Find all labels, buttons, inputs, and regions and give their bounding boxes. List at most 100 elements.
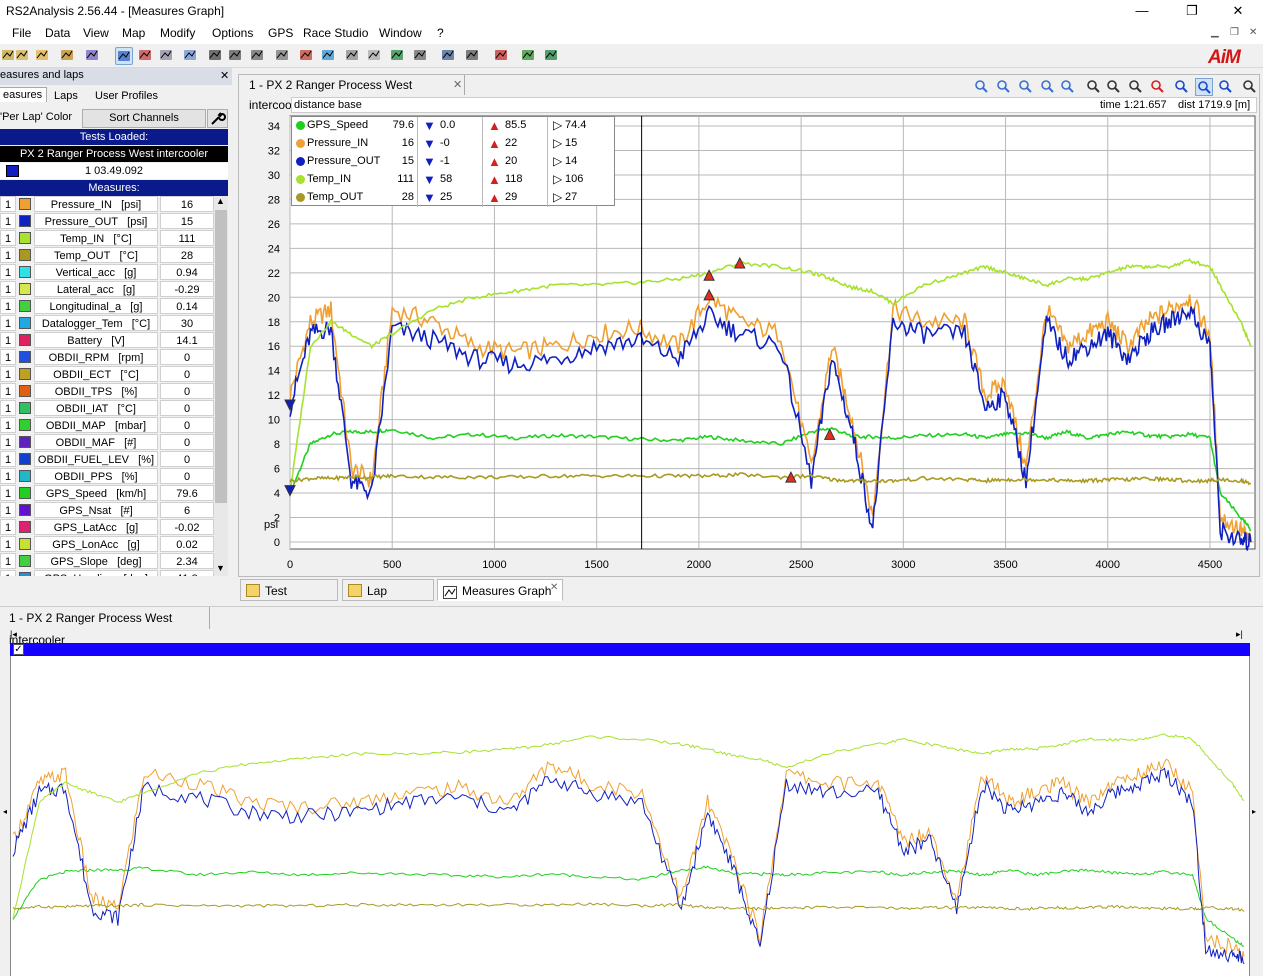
avg-marker-icon: ▷ xyxy=(553,136,563,150)
folder-icon xyxy=(348,584,362,597)
graph-icon xyxy=(443,584,457,599)
overview-series-line xyxy=(12,902,1245,912)
legend-row[interactable]: GPS_Speed 79.6 ▼ 0.0 ▲ 85.5 ▷ 74.4 xyxy=(292,117,616,135)
max-marker-icon: ▲ xyxy=(488,154,501,169)
legend-divider xyxy=(482,171,483,189)
y-tick-label: 18 xyxy=(268,317,280,329)
min-marker-icon: ▼ xyxy=(423,154,436,169)
max-marker-icon: ▲ xyxy=(488,118,501,133)
overview-series-line xyxy=(12,758,1245,959)
document-tabs: Test Database Lap Manager Measures Graph… xyxy=(238,579,1260,620)
tab-test-database[interactable]: Test Database xyxy=(240,579,338,620)
y-tick-label: 0 xyxy=(274,537,280,549)
y-tick-label: 34 xyxy=(268,121,280,133)
tab-lap-manager[interactable]: Lap Manager xyxy=(342,579,434,620)
legend-avg: 106 xyxy=(565,173,584,185)
legend-row[interactable]: Pressure_OUT 15 ▼ -1 ▲ 20 ▷ 14 xyxy=(292,153,616,171)
overview-tab-label: 1 - PX 2 Ranger Process West intercooler xyxy=(9,611,173,647)
x-tick-label: 500 xyxy=(383,559,401,571)
avg-marker-icon: ▷ xyxy=(553,154,563,168)
x-tick-label: 3500 xyxy=(993,559,1017,571)
main-plot[interactable]: 0246810121416182022242628303234psi0 500 10… xyxy=(0,0,1263,580)
x-tick-label: 1500 xyxy=(584,559,608,571)
legend-min: 58 xyxy=(440,173,453,185)
legend-value: 28 xyxy=(401,191,414,203)
legend-min: -1 xyxy=(440,155,450,167)
legend-avg: 15 xyxy=(565,137,578,149)
legend-value: 16 xyxy=(401,137,414,149)
y-axis-unit: psi xyxy=(264,519,278,531)
legend-divider xyxy=(547,117,548,135)
legend-row[interactable]: Pressure_IN 16 ▼ -0 ▲ 22 ▷ 15 xyxy=(292,135,616,153)
legend-divider xyxy=(417,171,418,189)
y-tick-label: 4 xyxy=(274,488,280,500)
legend-name: Pressure_IN xyxy=(307,137,369,149)
min-marker-icon: ▼ xyxy=(423,118,436,133)
legend-value: 15 xyxy=(401,155,414,167)
legend-max: 22 xyxy=(505,137,518,149)
overview-scroll-left-icon[interactable]: ◂ xyxy=(3,807,7,816)
overview-series-line xyxy=(12,767,1245,965)
x-tick-label: 1000 xyxy=(482,559,506,571)
legend-divider xyxy=(482,117,483,135)
legend-name: GPS_Speed xyxy=(307,119,369,131)
graph-legend[interactable]: GPS_Speed 79.6 ▼ 0.0 ▲ 85.5 ▷ 74.4 Pressure_IN 16… xyxy=(291,116,616,207)
overview-checkbox[interactable]: ✓ xyxy=(13,644,24,655)
tab-close-icon[interactable]: ✕ xyxy=(550,577,558,599)
y-tick-label: 12 xyxy=(268,390,280,402)
legend-color-dot xyxy=(296,193,305,202)
y-tick-label: 20 xyxy=(268,292,280,304)
x-tick-label: 2500 xyxy=(789,559,813,571)
overview-range-bar[interactable] xyxy=(10,643,1250,656)
y-tick-label: 24 xyxy=(268,243,280,255)
legend-color-dot xyxy=(296,175,305,184)
legend-divider xyxy=(417,117,418,135)
avg-marker-icon: ▷ xyxy=(553,118,563,132)
legend-divider xyxy=(547,189,548,207)
legend-avg: 74.4 xyxy=(565,119,587,131)
max-marker-icon: ▲ xyxy=(488,190,501,205)
legend-max: 85.5 xyxy=(505,119,527,131)
overview-plot[interactable] xyxy=(11,657,1249,975)
legend-value: 111 xyxy=(397,173,414,185)
y-tick-label: 26 xyxy=(268,219,280,231)
overview-right-arrow-icon[interactable]: ▸| xyxy=(1236,629,1243,640)
max-marker-icon: ▲ xyxy=(488,136,501,151)
legend-divider xyxy=(482,189,483,207)
legend-max: 118 xyxy=(505,173,523,185)
tab-measures-graph[interactable]: Measures Graph ✕ xyxy=(437,579,563,601)
y-tick-label: 6 xyxy=(274,464,280,476)
legend-divider xyxy=(547,135,548,153)
legend-max: 29 xyxy=(505,191,518,203)
legend-divider xyxy=(417,135,418,153)
legend-min: -0 xyxy=(440,137,450,149)
legend-color-dot xyxy=(296,139,305,148)
overview-tab[interactable]: 1 - PX 2 Ranger Process West intercooler xyxy=(0,607,210,647)
min-marker-icon: ▼ xyxy=(423,172,436,187)
legend-divider xyxy=(547,171,548,189)
x-tick-label: 0 xyxy=(287,559,293,571)
y-tick-label: 22 xyxy=(268,268,280,280)
legend-avg: 27 xyxy=(565,191,578,203)
legend-row[interactable]: Temp_OUT 28 ▼ 25 ▲ 29 ▷ 27 xyxy=(292,189,616,207)
x-tick-label: 4000 xyxy=(1096,559,1120,571)
legend-avg: 14 xyxy=(565,155,578,167)
overview-left-arrow-icon[interactable]: |◂ xyxy=(10,629,17,640)
folder-icon xyxy=(246,584,260,597)
legend-color-dot xyxy=(296,157,305,166)
legend-value: 79.6 xyxy=(392,119,414,131)
max-marker-icon: ▲ xyxy=(488,172,501,187)
legend-min: 25 xyxy=(440,191,453,203)
y-tick-label: 8 xyxy=(274,439,280,451)
legend-row[interactable]: Temp_IN 111 ▼ 58 ▲ 118 ▷ 106 xyxy=(292,171,616,189)
overview-scroll-right-icon[interactable]: ▸ xyxy=(1252,807,1256,816)
min-marker-icon: ▼ xyxy=(423,190,436,205)
legend-name: Temp_OUT xyxy=(307,191,364,203)
legend-divider xyxy=(547,153,548,171)
overview-panel: 1 - PX 2 Ranger Process West intercooler… xyxy=(0,606,1263,976)
legend-divider xyxy=(482,153,483,171)
x-tick-label: 4500 xyxy=(1198,559,1222,571)
legend-color-dot xyxy=(296,121,305,130)
legend-divider xyxy=(417,153,418,171)
y-tick-label: 32 xyxy=(268,145,280,157)
